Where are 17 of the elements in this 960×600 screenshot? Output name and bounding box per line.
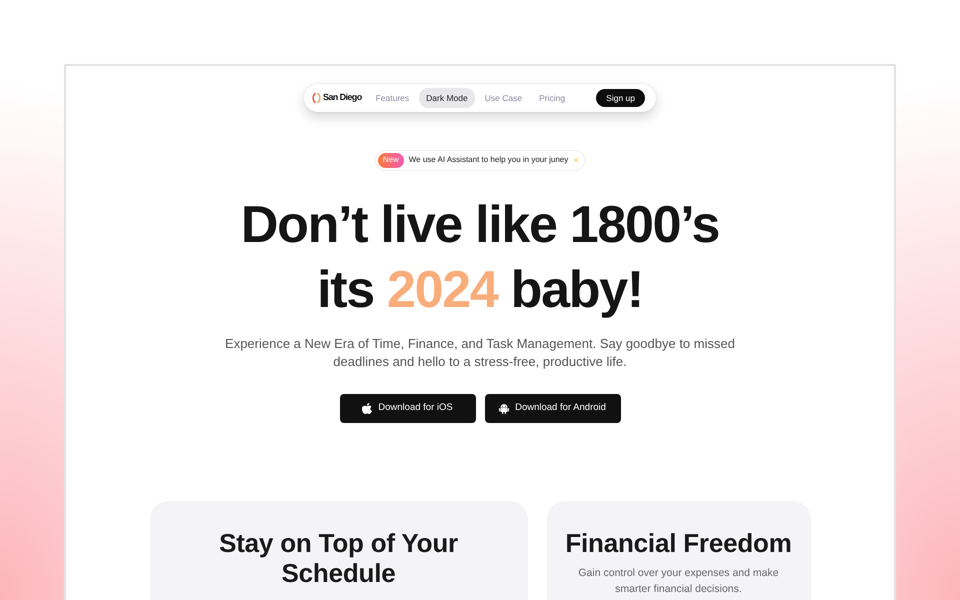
subtitle: Experience a New Era of Time, Finance, and Task Management. Say goodbye to missed deadlines and hello to a stress-free, productive life.	[224, 334, 736, 371]
card-description: Gain control over your expenses and make smarter financial decisions.	[577, 566, 780, 597]
card-title: Stay on Top of Your Schedule	[218, 528, 459, 588]
download-button[interactable]: Download for iOS	[340, 394, 476, 423]
download-button[interactable]: Download for Android	[484, 394, 620, 423]
sparkle-icon	[573, 157, 580, 164]
android-icon	[499, 402, 510, 414]
brand-logo[interactable]: San Diego	[312, 91, 362, 105]
card-title: Financial Freedom	[564, 528, 793, 558]
announcement-text: We use AI Assistant to help you in your juney	[408, 154, 568, 166]
logo-icon	[312, 93, 321, 103]
new-tag: New	[378, 153, 404, 168]
nav-link[interactable]: Dark Mode	[419, 88, 475, 108]
sign-up-button[interactable]: Sign up	[596, 88, 645, 108]
apple-icon	[362, 402, 372, 414]
announcement-pill[interactable]: New We use AI Assistant to help you in your juney	[374, 150, 586, 171]
headline: Don’t live like 1800’s its 2024 baby!	[240, 194, 720, 321]
